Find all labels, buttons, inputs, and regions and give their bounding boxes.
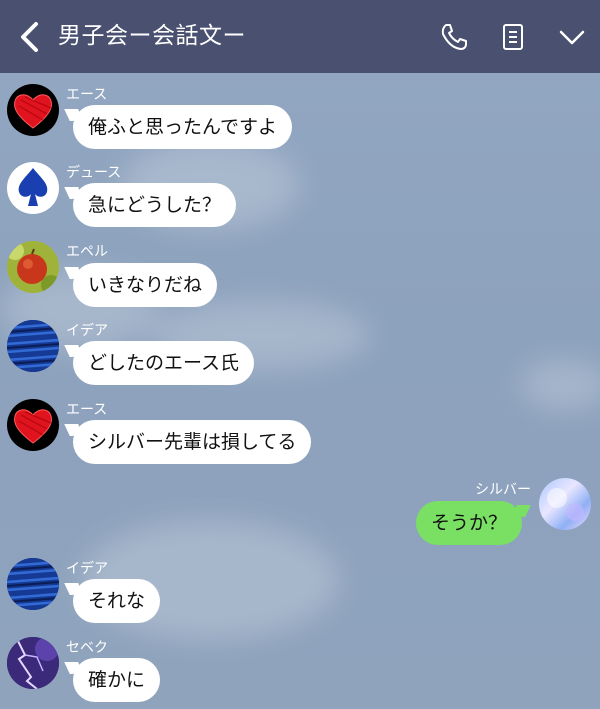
avatar[interactable] [539, 478, 591, 530]
blue-texture-icon [7, 320, 59, 372]
message-bubble[interactable]: 俺ふと思ったんですよ [73, 105, 293, 149]
sender-name: イデア [66, 323, 108, 339]
avatar[interactable] [7, 399, 59, 451]
sender-name: イデア [66, 561, 108, 577]
red-heart-icon [14, 409, 52, 444]
avatar[interactable] [7, 637, 59, 689]
avatar[interactable] [7, 320, 59, 372]
phone-icon[interactable] [439, 22, 469, 52]
blue-spade-icon [8, 163, 58, 213]
notes-icon[interactable] [498, 22, 528, 52]
avatar[interactable] [7, 558, 59, 610]
red-heart-icon [14, 94, 52, 129]
iridescent-icon [539, 478, 591, 530]
message-bubble[interactable]: 確かに [73, 658, 161, 702]
sender-name: エース [66, 402, 108, 418]
sender-name: シルバー [475, 482, 531, 498]
sender-name: エース [66, 87, 108, 103]
purple-lightning-icon [7, 637, 59, 689]
chat-title: 男子会ー会話文ー [58, 23, 246, 49]
chevron-left-icon[interactable] [16, 20, 46, 54]
message-bubble[interactable]: いきなりだね [73, 263, 218, 307]
background-cloud [520, 360, 600, 410]
avatar[interactable] [7, 241, 59, 293]
avatar[interactable] [7, 162, 59, 214]
message-bubble[interactable]: シルバー先輩は損してる [73, 420, 312, 464]
message-bubble[interactable]: 急にどうした？ [73, 183, 237, 227]
chevron-down-icon[interactable] [557, 22, 587, 52]
sender-name: デュース [66, 165, 122, 181]
avatar[interactable] [7, 84, 59, 136]
sender-name: エペル [66, 244, 108, 260]
sender-name: セベク [66, 640, 108, 656]
message-bubble[interactable]: どしたのエース氏 [73, 341, 255, 385]
apple-icon [7, 241, 59, 293]
chat-header: 男子会ー会話文ー [0, 0, 600, 73]
message-bubble[interactable]: それな [73, 579, 161, 623]
blue-texture-icon [7, 558, 59, 610]
message-bubble-self[interactable]: そうか？ [415, 501, 522, 545]
